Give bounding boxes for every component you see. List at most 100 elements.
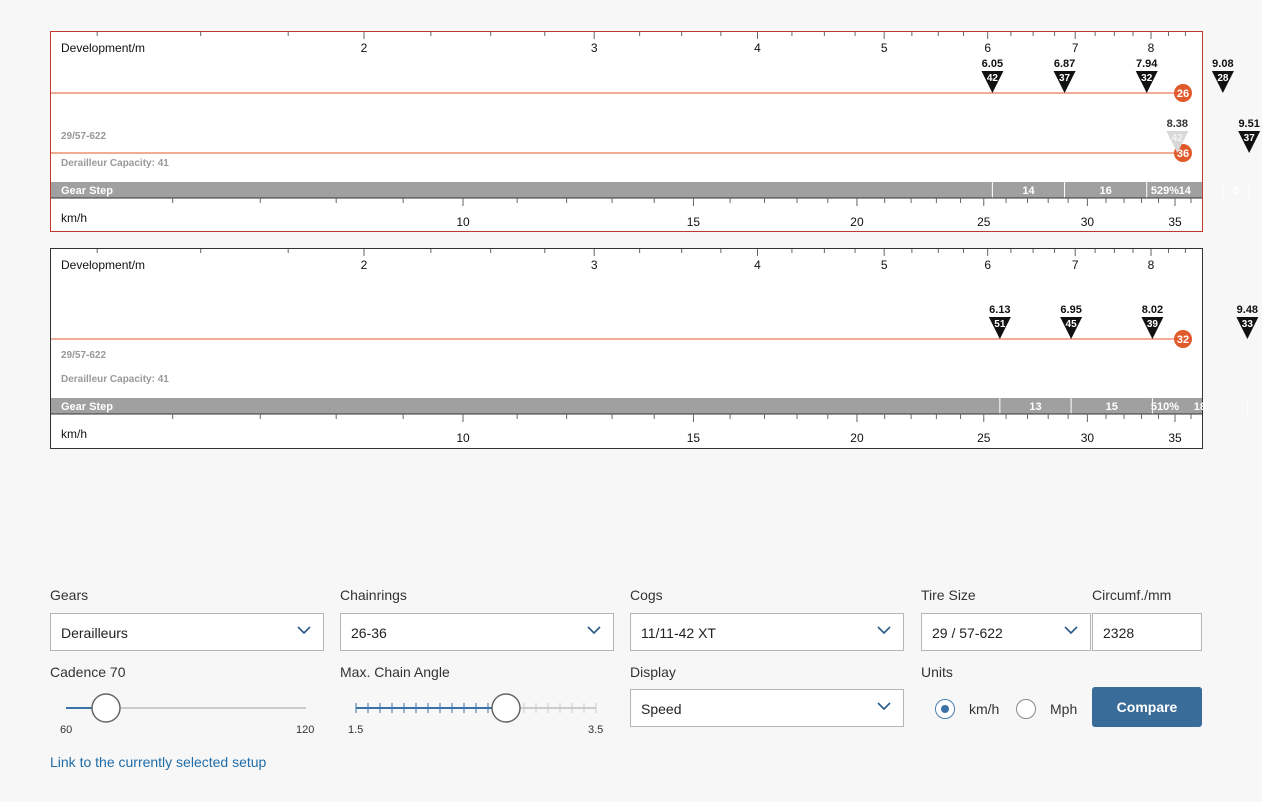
setup-link[interactable]: Link to the currently selected setup <box>50 754 266 770</box>
chevron-down-icon <box>1064 626 1078 635</box>
gear-charts: Development/m 2 3 4 5 6 7 8266.05426.87377.9432… <box>50 31 1261 449</box>
units-kmh-radio[interactable] <box>935 699 955 719</box>
development-axis-label: Development/m <box>61 41 145 55</box>
gear-cog-label: 42 <box>1172 133 1184 144</box>
gear-cog-label: 32 <box>1141 73 1153 84</box>
gear-step-label: Gear Step <box>61 401 113 413</box>
slider-handle <box>491 693 521 723</box>
tire-size-label: Tire Size <box>921 587 976 603</box>
kmh-tick-label: 20 <box>850 431 864 445</box>
panel-comparison: Development/m 2 3 4 5 6 7 8 26 6.05 42 6.87 37 7.94 32… <box>50 31 1261 232</box>
kmh-tick-label: 10 <box>456 431 470 445</box>
chainrings-select[interactable]: 26-36 <box>340 613 614 651</box>
development-tick-label: 2 <box>361 41 368 55</box>
chain-angle-min: 1.5 <box>348 724 364 736</box>
chainrings-label: Chainrings <box>340 587 407 603</box>
kmh-tick-label: 30 <box>1081 215 1095 229</box>
gear-step-value: 16 <box>1100 185 1112 197</box>
development-tick-label: 4 <box>754 258 761 272</box>
gear-development-label: 6.05 <box>982 58 1003 70</box>
cogs-label: Cogs <box>630 587 663 603</box>
chevron-down-icon <box>297 626 311 635</box>
gear-cog-label: 37 <box>1244 133 1256 144</box>
gear-cog-label: 33 <box>1242 319 1254 330</box>
kmh-tick-label: 20 <box>850 215 864 229</box>
kmh-tick-label: 35 <box>1168 431 1182 445</box>
tire-label: 29/57-622 <box>61 350 106 361</box>
display-label: Display <box>630 664 676 680</box>
chainring-marker-label: 26 <box>1177 88 1189 100</box>
cogs-select[interactable]: 11/11-42 XT <box>630 613 904 651</box>
gear-development-label: 6.95 <box>1060 304 1081 316</box>
kmh-tick-label: 15 <box>687 431 701 445</box>
chain-angle-max: 3.5 <box>588 724 604 736</box>
gear-development-label: 7.94 <box>1136 58 1158 70</box>
gear-development-label: 6.13 <box>989 304 1010 316</box>
display-select[interactable]: Speed <box>630 689 904 727</box>
gear-step-value: 14 <box>1179 185 1192 197</box>
kmh-tick-label: 10 <box>456 215 470 229</box>
gear-step-label: Gear Step <box>61 185 113 197</box>
gear-step-value: 15 <box>1106 401 1118 413</box>
development-tick-label: 3 <box>591 41 598 55</box>
panel-current-frame <box>50 248 1203 449</box>
development-tick-label: 4 <box>754 41 761 55</box>
circumference-input[interactable]: 2328 <box>1092 613 1202 651</box>
gear-development-label: 8.38 <box>1167 118 1188 130</box>
kmh-axis-label: km/h <box>61 211 87 225</box>
gears-select[interactable]: Derailleurs <box>50 613 324 651</box>
development-tick-label: 2 <box>361 258 368 272</box>
gear-development-label: 9.48 <box>1237 304 1258 316</box>
gear-step-value: 14 <box>1022 185 1035 197</box>
compare-button[interactable]: Compare <box>1092 687 1202 727</box>
kmh-tick-label: 35 <box>1168 215 1182 229</box>
gear-cog-label: 39 <box>1147 319 1159 330</box>
gear-cog-label: 45 <box>1066 319 1078 330</box>
units-label: Units <box>921 664 953 680</box>
gear-step-value: 13 <box>1029 401 1041 413</box>
chevron-down-icon <box>877 626 891 635</box>
slider-handle <box>91 693 121 723</box>
chain-angle-slider[interactable] <box>340 690 610 726</box>
development-tick-label: 7 <box>1072 41 1079 55</box>
gear-cog-label: 28 <box>1217 73 1229 84</box>
kmh-tick-label: 25 <box>977 431 991 445</box>
units-mph-radio[interactable] <box>1016 699 1036 719</box>
development-tick-label: 7 <box>1072 258 1079 272</box>
circumference-label: Circumf./mm <box>1092 587 1172 603</box>
capacity-label: Derailleur Capacity: 41 <box>61 374 169 385</box>
gear-step-value: 18 <box>1194 401 1206 413</box>
kmh-tick-label: 15 <box>687 215 701 229</box>
units-kmh-label: km/h <box>969 701 1000 717</box>
development-tick-label: 6 <box>984 258 991 272</box>
development-tick-label: 3 <box>591 258 598 272</box>
cogs-value: 11/11-42 XT <box>641 625 716 641</box>
chevron-down-icon <box>587 626 601 635</box>
gear-step-total: 510% <box>1151 401 1179 413</box>
kmh-tick-label: 25 <box>977 215 991 229</box>
gear-cog-label: 37 <box>1059 73 1071 84</box>
development-tick-label: 6 <box>984 41 991 55</box>
gear-cog-label: 42 <box>987 73 999 84</box>
gears-value: Derailleurs <box>61 625 128 641</box>
tire-size-select[interactable]: 29 / 57-622 <box>921 613 1091 651</box>
gear-development-label: 9.51 <box>1238 118 1259 130</box>
cadence-min: 60 <box>60 724 73 736</box>
gear-step-total: 529% <box>1151 185 1179 197</box>
capacity-label: Derailleur Capacity: 41 <box>61 158 169 169</box>
gear-development-label: 8.02 <box>1142 304 1163 316</box>
tire-size-value: 29 / 57-622 <box>932 625 1003 641</box>
display-value: Speed <box>641 701 682 717</box>
development-tick-label: 8 <box>1148 258 1155 272</box>
tire-label: 29/57-622 <box>61 131 106 142</box>
development-tick-label: 5 <box>881 258 888 272</box>
chevron-down-icon <box>877 702 891 711</box>
gear-cog-label: 51 <box>994 319 1006 330</box>
development-axis-label: Development/m <box>61 258 145 272</box>
cadence-slider[interactable] <box>50 690 320 726</box>
development-tick-label: 5 <box>881 41 888 55</box>
chainrings-value: 26-36 <box>351 625 387 641</box>
cadence-max: 120 <box>296 724 315 736</box>
gears-label: Gears <box>50 587 89 603</box>
cadence-label: Cadence 70 <box>50 664 126 680</box>
